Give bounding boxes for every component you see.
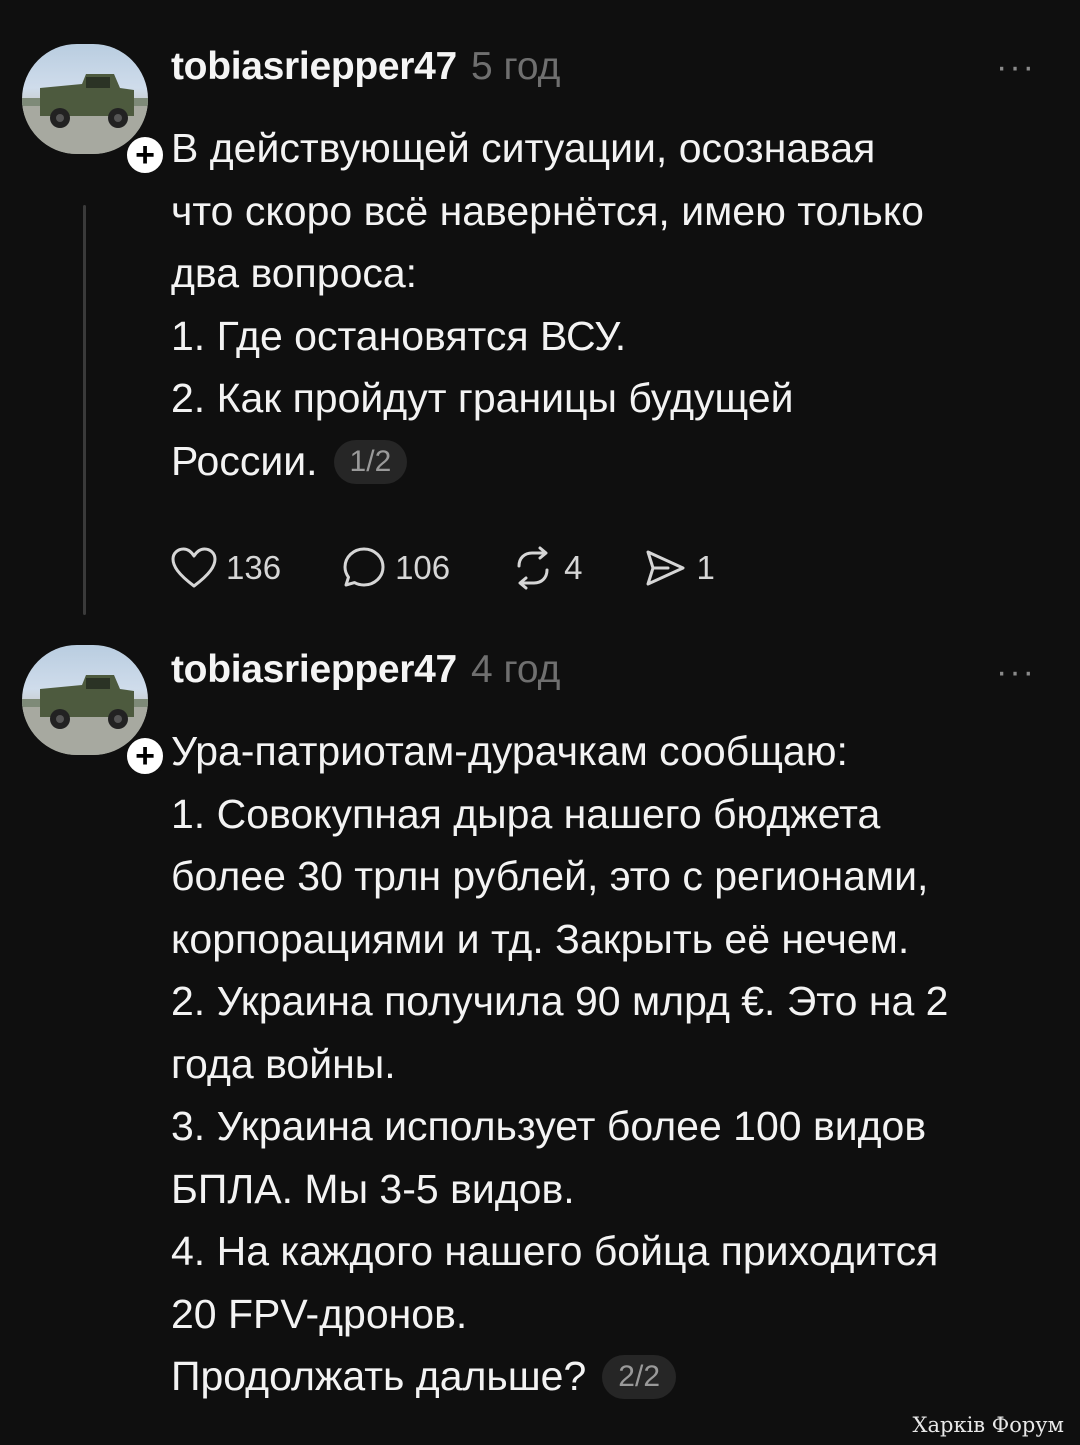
post-1: + tobiasriepper47 5 год ··· В действующе… — [0, 0, 1080, 630]
reply-button[interactable]: 106 — [341, 545, 450, 591]
post-header: tobiasriepper47 5 год — [171, 45, 560, 101]
post-text: Ура-патриотам-дурачкам сообщаю: 1. Совок… — [171, 720, 1061, 1408]
like-button[interactable]: 136 — [170, 546, 281, 590]
repost-button[interactable]: 4 — [510, 545, 582, 591]
post-text-line: корпорациями и тд. Закрыть её нечем. — [171, 915, 910, 962]
post-text-line: 4. На каждого нашего бойца приходится — [171, 1228, 939, 1274]
more-icon[interactable]: ··· — [996, 655, 1036, 689]
like-count: 136 — [226, 549, 282, 586]
thread-connector-line — [83, 205, 86, 615]
watermark: Харків Форум — [912, 1413, 1064, 1437]
share-count: 1 — [696, 549, 715, 586]
follow-plus-icon[interactable]: + — [124, 134, 166, 176]
post-text-line: Ура-патриотам-дурачкам сообщаю: — [171, 728, 848, 774]
avatar[interactable] — [22, 44, 148, 154]
username[interactable]: tobiasriepper47 — [171, 648, 457, 692]
share-icon — [646, 550, 685, 586]
post-time: 5 год — [470, 45, 561, 88]
post-text-fragment: Продолжать дальше? — [171, 1353, 587, 1399]
post-text-line: 2. Украина получила 90 млрд €. Это на 2 — [171, 978, 949, 1024]
thread-counter-badge: 1/2 — [333, 439, 408, 484]
avatar-wrapper[interactable]: + — [22, 44, 166, 176]
more-icon[interactable]: ··· — [996, 50, 1036, 84]
share-button[interactable]: 1 — [642, 545, 715, 591]
repost-icon — [517, 546, 549, 590]
post-text-line: два вопроса: — [171, 250, 418, 296]
post-text-line-last: России. 1/2 — [171, 430, 1061, 493]
avatar[interactable] — [22, 645, 148, 755]
thread-counter-badge: 2/2 — [602, 1355, 677, 1399]
post-text-line: 2. Как пройдут границы будущей — [171, 375, 794, 421]
post-text-line: БПЛА. Мы 3-5 видов. — [171, 1165, 575, 1212]
post-text-line-last: Продолжать дальше? 2/2 — [171, 1345, 1061, 1408]
post-text-line: 20 FPV-дронов. — [171, 1290, 468, 1337]
repost-count: 4 — [564, 549, 583, 586]
post-text-line: более 30 трлн рублей, это с регионами, — [171, 853, 929, 899]
post-text-line: года войны. — [171, 1040, 396, 1087]
comment-icon — [343, 547, 385, 587]
post-text-line: 1. Где остановятся ВСУ. — [171, 312, 627, 359]
post-text: В действующей ситуации, осознавая что ск… — [171, 117, 1061, 492]
post-text-fragment: России. — [171, 437, 318, 484]
post-time: 4 год — [470, 648, 561, 691]
follow-plus-icon[interactable]: + — [124, 735, 166, 777]
post-text-line: 1. Совокупная дыра нашего бюджета — [171, 790, 881, 837]
post-header: tobiasriepper47 4 год — [171, 648, 560, 704]
post-2: + tobiasriepper47 4 год ··· Ура-патриота… — [0, 635, 1080, 1445]
heart-icon — [171, 547, 217, 588]
reply-count: 106 — [395, 549, 451, 586]
post-text-line: В действующей ситуации, осознавая — [171, 125, 876, 171]
action-bar: 136 106 4 1 — [170, 543, 775, 593]
username[interactable]: tobiasriepper47 — [171, 45, 457, 89]
post-text-line: 3. Украина использует более 100 видов — [171, 1103, 927, 1149]
post-text-line: что скоро всё навернётся, имею только — [171, 187, 924, 234]
avatar-wrapper[interactable]: + — [22, 645, 166, 777]
